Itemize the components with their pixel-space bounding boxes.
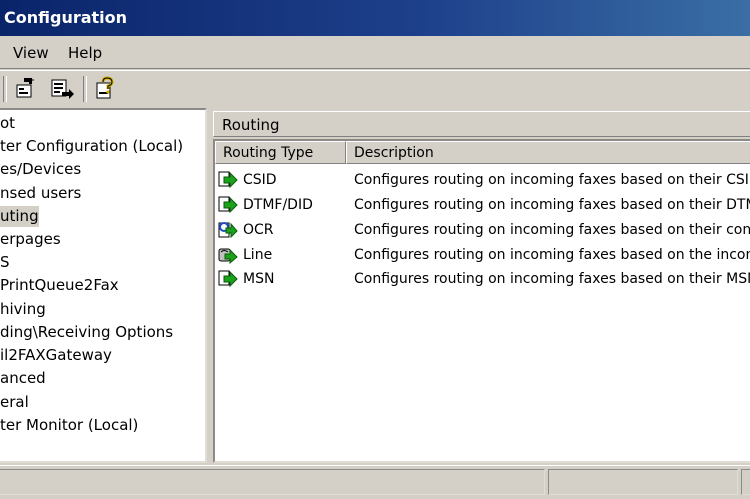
status-pane-main [0,469,545,495]
list-item[interactable]: Line Configures routing on incoming faxe… [215,243,750,267]
status-pane-tertiary [741,469,750,495]
routing-description: Configures routing on incoming faxes bas… [354,172,750,188]
title-bar: Configuration [0,0,750,36]
tree-item-mail2faxgateway[interactable]: il2FAXGateway [0,345,112,366]
tree-item-general[interactable]: eral [0,392,29,413]
routing-description: Configures routing on incoming faxes bas… [354,271,750,287]
list-item[interactable]: CSID Configures routing on incoming faxe… [215,168,750,192]
list-item[interactable]: OCR Configures routing on incoming faxes… [215,218,750,242]
tree-item-s[interactable]: S [0,252,10,273]
tree-item-lines-devices[interactable]: es/Devices [0,159,81,180]
menu-help[interactable]: Help [68,44,102,62]
tree-item-advanced[interactable]: anced [0,368,46,389]
green-arrow-fax-icon [218,171,238,189]
toolbar-separator [3,76,7,102]
list-item[interactable]: MSN Configures routing on incoming faxes… [215,267,750,291]
details-pane-title: Routing [213,111,750,137]
help-icon[interactable] [93,76,119,102]
tree-item-server-monitor[interactable]: ter Monitor (Local) [0,415,138,436]
tree-item-routing[interactable]: uting [0,206,39,227]
line-fax-icon [218,246,238,265]
routing-description: Configures routing on incoming faxes bas… [354,197,750,213]
tree-item-server-configuration[interactable]: ter Configuration (Local) [0,136,183,157]
routing-type: OCR [243,222,274,238]
status-bar [0,465,750,499]
window-title: Configuration [4,8,128,27]
routing-type: Line [243,247,273,263]
column-header-routing-type[interactable]: Routing Type [215,141,346,164]
routing-description: Configures routing on incoming faxes bas… [354,222,750,238]
tree-item-printqueue2fax[interactable]: PrintQueue2Fax [0,275,119,296]
routing-type: DTMF/DID [243,197,313,213]
toolbar [0,70,750,106]
menu-view[interactable]: View [13,44,49,62]
routing-description: Configures routing on incoming faxes bas… [354,247,750,263]
list-item[interactable]: DTMF/DID Configures routing on incoming … [215,193,750,217]
green-arrow-fax-icon [218,270,238,288]
routing-type: CSID [243,172,277,188]
console-tree[interactable]: ot ter Configuration (Local) es/Devices … [0,108,207,463]
toolbar-separator [83,76,87,102]
column-header-description[interactable]: Description [346,141,750,164]
properties-icon[interactable] [12,76,38,102]
ocr-fax-icon [218,221,238,239]
tree-item-coverpages[interactable]: erpages [0,229,61,250]
routing-list[interactable]: Routing Type Description CSID Configures… [213,139,750,463]
tree-item-licensed-users[interactable]: nsed users [0,183,81,204]
tree-item-root[interactable]: ot [0,113,15,134]
green-arrow-fax-icon [218,196,238,214]
export-list-icon[interactable] [49,76,75,102]
status-pane-secondary [548,469,738,495]
tree-item-archiving[interactable]: hiving [0,299,46,320]
routing-type: MSN [243,271,275,287]
menu-bar: View Help [0,36,750,69]
tree-item-sending-receiving-options[interactable]: ding\Receiving Options [0,322,173,343]
